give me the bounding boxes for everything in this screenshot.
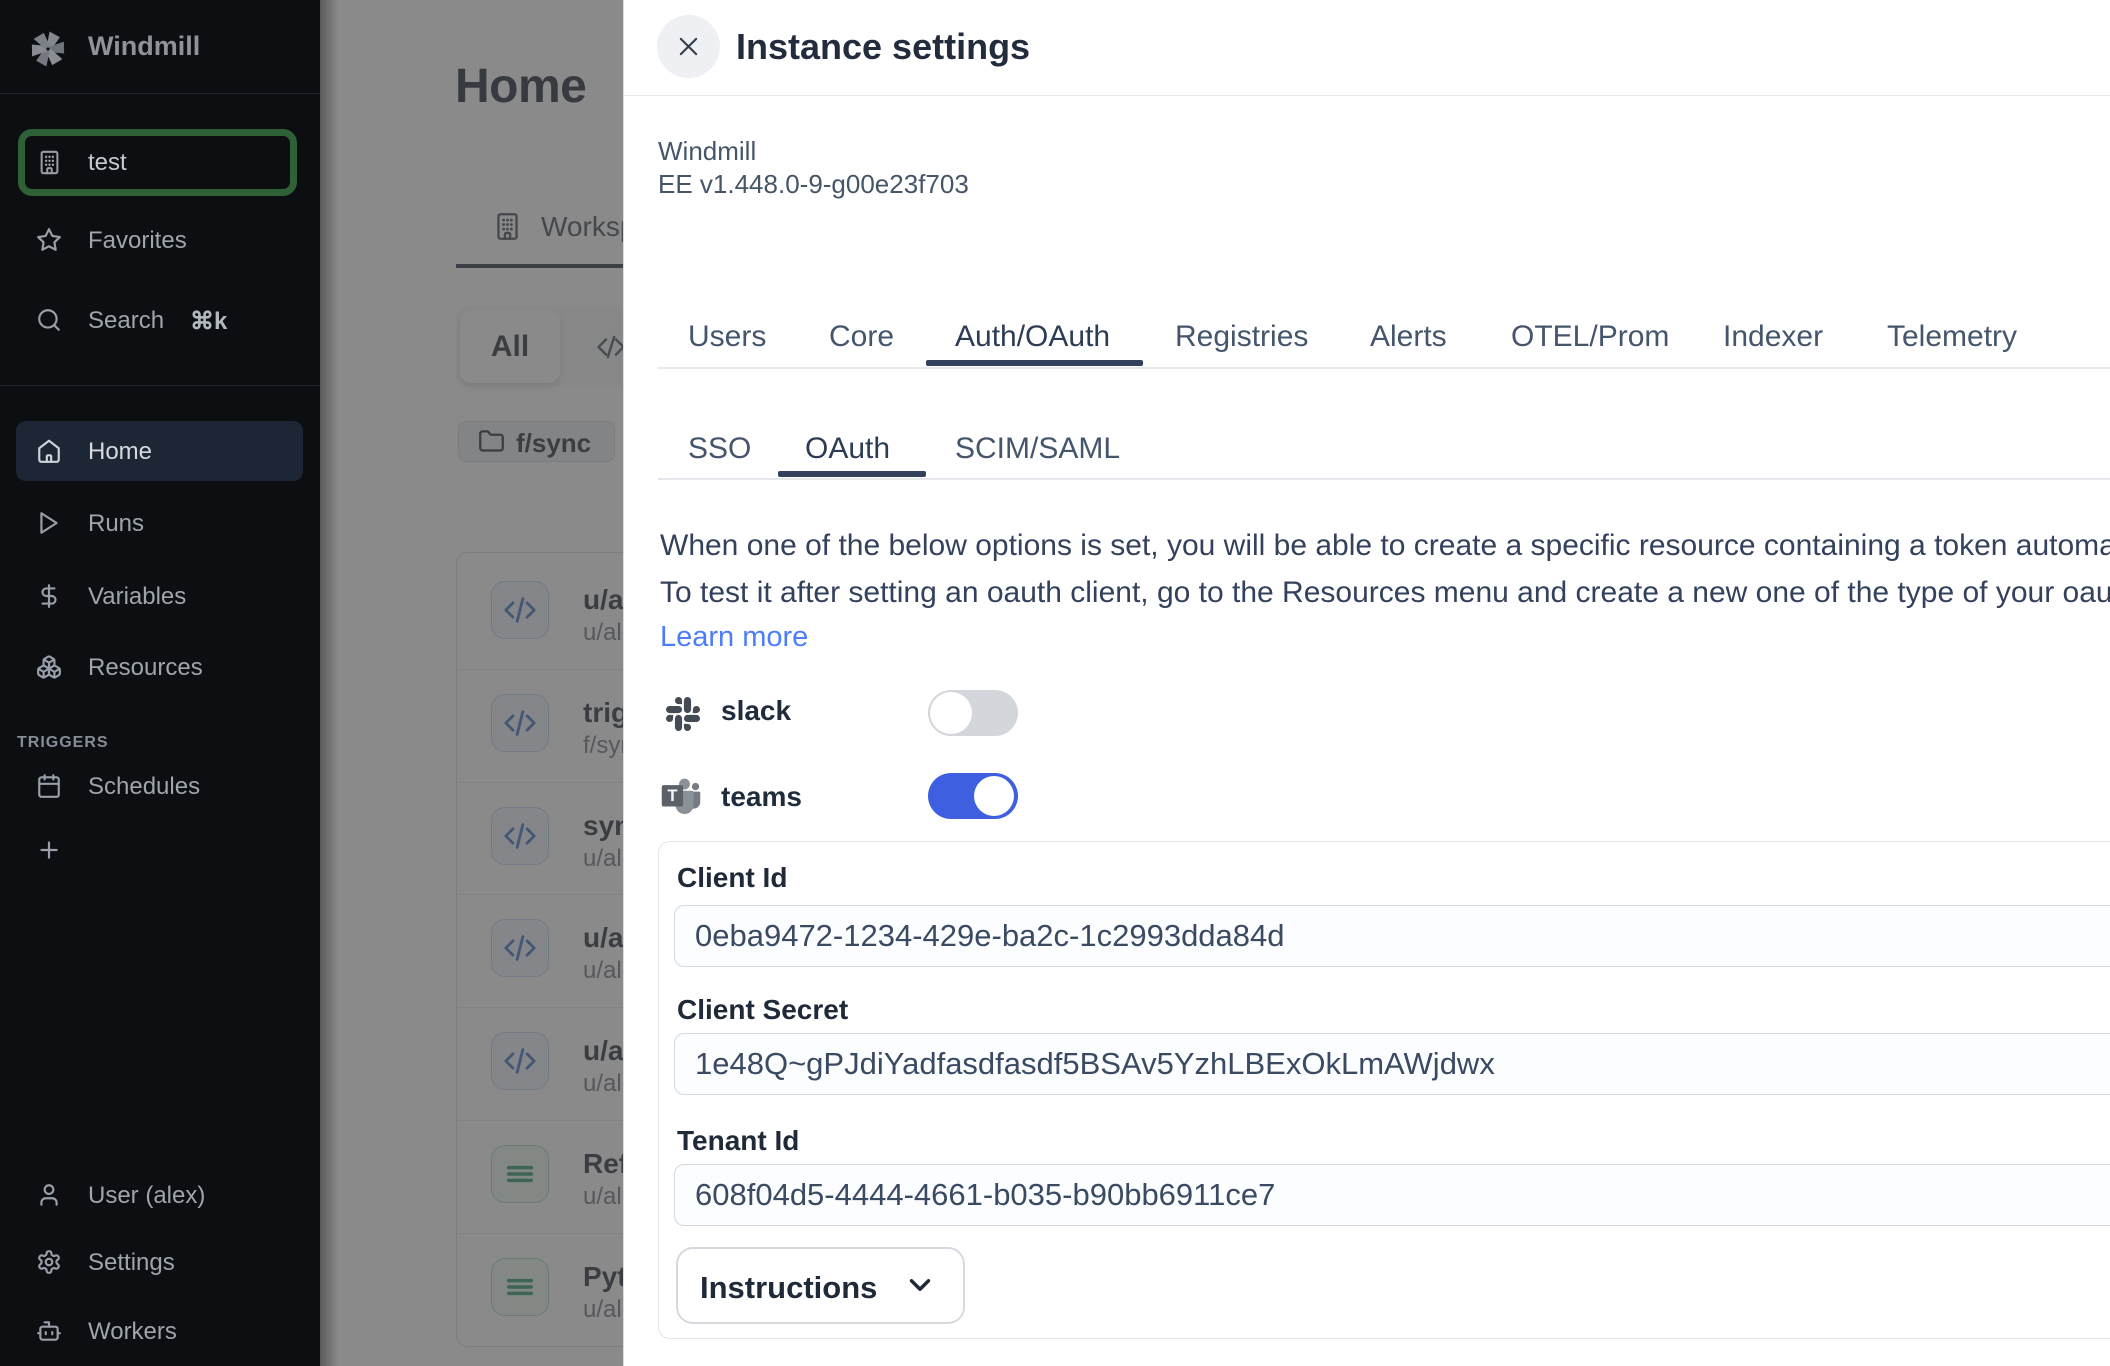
svg-text:T: T — [667, 786, 677, 805]
